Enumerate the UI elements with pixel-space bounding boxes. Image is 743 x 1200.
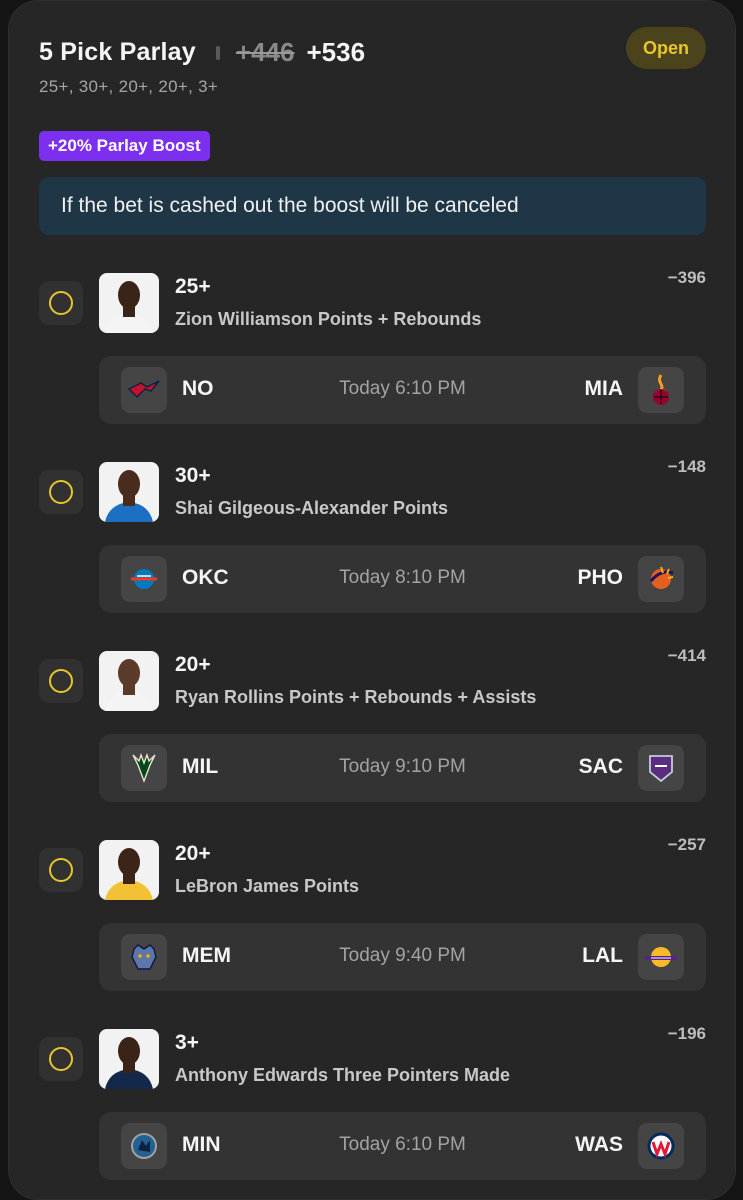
pick-odds: −414 <box>667 646 706 665</box>
player-avatar <box>99 462 159 522</box>
pick-status-toggle[interactable] <box>39 659 83 703</box>
pick-status-toggle[interactable] <box>39 848 83 892</box>
game-matchup[interactable]: MIL Today 9:10 PM SAC <box>99 734 706 802</box>
pick-item: 20+ LeBron James Points −257 MEM Today 9:40 … <box>9 835 737 1000</box>
pick-market: Anthony Edwards Three Pointers Made <box>175 1065 511 1085</box>
pick-item: 30+ Shai Gilgeous-Alexander Points −148 OKC… <box>9 457 737 622</box>
pick-market: Zion Williamson Points + Rebounds <box>175 309 482 329</box>
wizards-logo-icon <box>638 1123 684 1169</box>
pick-line: 3+ <box>175 1031 199 1054</box>
pick-item: 25+ Zion Williamson Points + Rebounds −396… <box>9 268 737 433</box>
pick-status-toggle[interactable] <box>39 281 83 325</box>
pick-line: 30+ <box>175 464 211 487</box>
pick-odds: −396 <box>667 268 706 287</box>
lakers-logo-icon <box>638 934 684 980</box>
pick-odds: −196 <box>667 1024 706 1043</box>
away-team: WAS <box>575 1133 623 1156</box>
away-team: MIA <box>584 377 624 400</box>
pick-line: 20+ <box>175 842 211 865</box>
pick-line: 20+ <box>175 653 211 676</box>
title-separator <box>215 45 220 60</box>
boost-cashout-notice: If the bet is cashed out the boost will … <box>39 177 706 235</box>
game-matchup[interactable]: MIN Today 6:10 PM WAS <box>99 1112 706 1180</box>
away-team: PHO <box>577 566 623 589</box>
pick-odds: −257 <box>667 835 706 854</box>
pick-line: 25+ <box>175 275 211 298</box>
pending-status-icon <box>49 291 73 315</box>
player-avatar <box>99 651 159 711</box>
parlay-title: 5 Pick Parlay <box>39 38 196 66</box>
pending-status-icon <box>49 669 73 693</box>
title-row: 5 Pick Parlay +446 +536 <box>39 37 365 68</box>
game-matchup[interactable]: OKC Today 8:10 PM PHO <box>99 545 706 613</box>
pick-item: 3+ Anthony Edwards Three Pointers Made −19… <box>9 1024 737 1189</box>
pick-status-toggle[interactable] <box>39 470 83 514</box>
parlay-lines-summary: 25+, 30+, 20+, 20+, 3+ <box>39 77 219 96</box>
kings-logo-icon <box>638 745 684 791</box>
pick-market: LeBron James Points <box>175 876 360 896</box>
pending-status-icon <box>49 480 73 504</box>
away-team: SAC <box>578 755 623 778</box>
original-odds: +446 <box>235 37 295 67</box>
pending-status-icon <box>49 1047 73 1071</box>
suns-logo-icon <box>638 556 684 602</box>
pick-item: 20+ Ryan Rollins Points + Rebounds + Assi… <box>9 646 737 811</box>
boosted-odds: +536 <box>306 37 366 67</box>
pick-status-toggle[interactable] <box>39 1037 83 1081</box>
pick-market: Shai Gilgeous-Alexander Points <box>175 498 449 518</box>
player-avatar <box>99 1029 159 1089</box>
parlay-boost-badge: +20% Parlay Boost <box>39 131 210 161</box>
status-badge: Open <box>626 27 706 69</box>
player-avatar <box>99 273 159 333</box>
game-matchup[interactable]: NO Today 6:10 PM MIA <box>99 356 706 424</box>
pick-market: Ryan Rollins Points + Rebounds + Assists <box>175 687 537 707</box>
player-avatar <box>99 840 159 900</box>
parlay-card: 5 Pick Parlay +446 +536 25+, 30+, 20+, 2… <box>8 0 736 1200</box>
game-matchup[interactable]: MEM Today 9:40 PM LAL <box>99 923 706 991</box>
heat-logo-icon <box>638 367 684 413</box>
away-team: LAL <box>582 944 623 967</box>
pending-status-icon <box>49 858 73 882</box>
pick-odds: −148 <box>667 457 706 476</box>
